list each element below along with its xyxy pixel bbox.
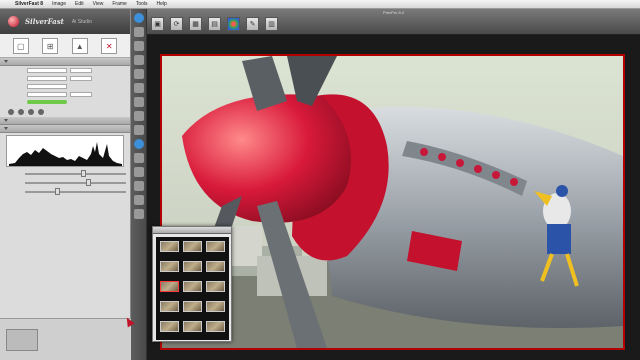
original-select[interactable] [27,75,67,81]
slider-knob[interactable] [55,187,61,195]
tools-icon[interactable]: ✎ [246,17,259,31]
prescan-icon[interactable]: ▣ [151,17,164,31]
histogram-graph [9,142,122,166]
grid-icon[interactable]: ▥ [265,17,278,31]
film-frame[interactable] [206,281,225,292]
film-frame[interactable] [206,261,225,272]
info-icon[interactable] [18,109,24,115]
menu-app[interactable]: SilverFast 8 [15,1,43,7]
color-wheel-icon[interactable] [227,17,240,31]
popup-header[interactable] [153,227,231,234]
film-tool-icon[interactable] [133,181,144,191]
menu-view[interactable]: View [93,1,104,7]
film-frame[interactable] [160,261,179,272]
film-frame[interactable] [183,301,202,312]
brand-name: SilverFast [25,17,64,26]
film-frame[interactable] [160,321,179,332]
progress-bar [27,100,67,104]
vertical-tool-strip [131,9,147,360]
toolbar-buttons: ▣ ⟳ ▦ ▤ ✎ ▥ [151,17,278,31]
slider-row [0,178,130,187]
slider-track[interactable] [25,187,126,195]
film-frame[interactable] [206,301,225,312]
menubar: SilverFast 8 Image Edit View Frame Tools… [0,0,640,9]
sharpen-tool-icon[interactable] [133,97,144,107]
menu-image[interactable]: Image [52,1,66,7]
mode-value-field[interactable] [70,67,92,73]
color-tool-icon[interactable] [133,83,144,93]
slider-knob[interactable] [80,169,86,177]
form-row [0,82,130,90]
window-title: PrevPro 8.0 [382,10,405,15]
film-frame[interactable] [183,281,202,292]
menu-edit[interactable]: Edit [75,1,84,7]
general-section-header[interactable] [0,58,130,66]
image-icon[interactable]: ▦ [189,17,202,31]
disclosure-triangle-icon[interactable] [4,127,8,130]
navigator-section-header[interactable] [0,117,130,125]
original-value-field[interactable] [70,75,92,81]
slider-track[interactable] [25,169,126,177]
pos-neg-select[interactable] [27,83,67,89]
gradation-tool-icon[interactable] [133,55,144,65]
hdr-tool-icon[interactable] [133,153,144,163]
film-strip-popup[interactable] [152,226,232,342]
film-icon[interactable]: ▤ [208,17,221,31]
slider-track[interactable] [25,178,126,186]
ics-tool-icon[interactable] [133,139,144,149]
magnifier-tool-icon[interactable] [133,27,144,37]
selective-color-icon[interactable] [133,167,144,177]
film-frame[interactable] [183,261,202,272]
film-frame[interactable] [183,241,202,252]
resolution-field[interactable] [70,91,92,97]
form-row [0,98,130,106]
scan-thumbnail[interactable] [6,329,38,351]
scan-mode-select[interactable] [27,67,67,73]
menu-tools[interactable]: Tools [136,1,148,7]
film-strip [156,237,229,340]
film-frame[interactable] [183,321,202,332]
histogram-section-header[interactable] [0,125,130,133]
dust-tool-icon[interactable] [133,111,144,121]
preview-toolbar: PrevPro 8.0 ▣ ⟳ ▦ ▤ ✎ ▥ [147,9,640,35]
pdf-icon[interactable]: ✕ [101,38,118,54]
panel-toolbar: ▢ ⊞ ▲ ✕ [0,34,130,58]
disclosure-triangle-icon[interactable] [4,60,8,63]
grain-tool-icon[interactable] [133,125,144,135]
film-frame[interactable] [206,321,225,332]
film-frame[interactable] [206,241,225,252]
film-frame[interactable] [160,301,179,312]
reset-icon[interactable]: ⟳ [170,17,183,31]
film-frame[interactable] [160,241,179,252]
frame-select-icon[interactable]: ⊞ [42,38,59,54]
slider-row [0,187,130,196]
histogram-tool-icon[interactable]: ▲ [71,38,88,54]
film-frame-selected[interactable] [160,281,179,292]
menu-frame[interactable]: Frame [112,1,126,7]
globe-tool-icon[interactable] [133,13,144,23]
filter-tool-icon[interactable] [133,195,144,205]
slider-knob[interactable] [85,178,91,186]
brand-header: SilverFast Ai Studio [0,9,130,34]
silverfast-logo-icon [8,16,19,27]
histogram-display [6,135,124,167]
scan-frame-icon[interactable]: ▢ [12,38,29,54]
form-row [0,74,130,82]
frame-set-select[interactable] [27,91,67,97]
levels-tool-icon[interactable] [133,69,144,79]
form-row [0,90,130,98]
menu-help[interactable]: Help [157,1,167,7]
scan-queue-panel [0,318,131,360]
lock-icon[interactable] [8,109,14,115]
disclosure-triangle-icon[interactable] [4,119,8,122]
help-icon[interactable] [38,109,44,115]
slider-row [0,169,130,178]
settings-icon[interactable] [28,109,34,115]
quick-icons [0,106,130,117]
reset-tool-icon[interactable] [133,209,144,219]
crop-tool-icon[interactable] [133,41,144,51]
form-row [0,66,130,74]
settings-panel: SilverFast Ai Studio ▢ ⊞ ▲ ✕ [0,9,131,360]
brand-suffix: Ai Studio [71,18,92,25]
